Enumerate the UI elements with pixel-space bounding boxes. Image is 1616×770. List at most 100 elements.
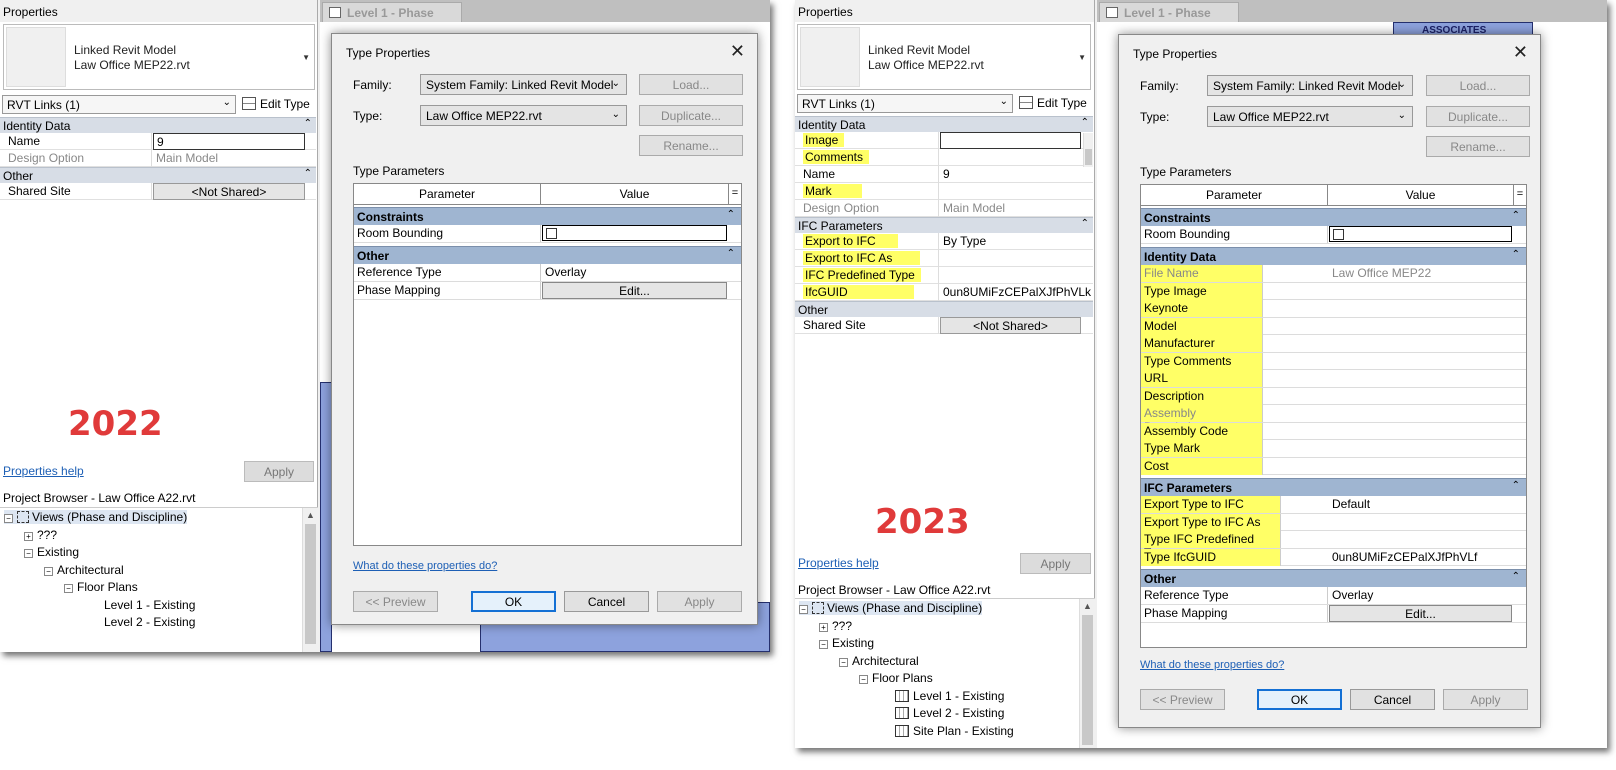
year-label: 2023 <box>875 502 970 542</box>
export-type-to-ifc-value[interactable]: Default <box>1329 496 1512 513</box>
close-icon[interactable]: ✕ <box>730 41 745 62</box>
url-value[interactable] <box>1329 370 1512 387</box>
group-constraints[interactable]: Constraints ⌃ <box>354 207 741 225</box>
tree-scrollbar[interactable]: ▲ <box>302 508 318 652</box>
help-link[interactable]: What do these properties do? <box>353 560 497 572</box>
description-value[interactable] <box>1329 388 1512 405</box>
preview-button[interactable]: << Preview <box>1140 689 1225 710</box>
type-mark-value[interactable] <box>1329 440 1512 457</box>
name-field[interactable]: 9 <box>153 133 305 150</box>
reference-type-value[interactable]: Overlay <box>1329 587 1512 604</box>
preview-button[interactable]: << Preview <box>353 591 438 612</box>
keynote-value[interactable] <box>1329 300 1512 317</box>
type-selector[interactable]: Linked Revit Model Law Office MEP22.rvt … <box>3 24 315 90</box>
export-to-ifc-value[interactable]: By Type <box>940 233 1081 250</box>
ok-button[interactable]: OK <box>1257 689 1342 710</box>
rename-button[interactable]: Rename... <box>639 135 743 156</box>
group-ifc-parameters[interactable]: IFC Parameters ⌃ <box>1141 478 1526 496</box>
cost-value[interactable] <box>1329 458 1512 475</box>
type-dropdown[interactable]: Law Office MEP22.rvt ⌄ <box>1207 106 1413 127</box>
edit-type-button[interactable]: Edit Type <box>1019 94 1087 113</box>
group-other[interactable]: Other ⌃ <box>354 246 741 264</box>
comments-field[interactable] <box>940 149 1081 166</box>
tree-item-level-1[interactable]: Level 1 - Existing <box>895 689 1004 703</box>
tree-item-views[interactable]: − Views (Phase and Discipline) <box>799 601 983 615</box>
group-other[interactable]: Other <box>795 301 1093 317</box>
edit-type-button[interactable]: Edit Type <box>242 95 310 114</box>
tree-item-unknown[interactable]: +??? <box>24 528 57 542</box>
tree-scrollbar[interactable]: ▲ <box>1079 599 1095 748</box>
tree-item-existing[interactable]: − Existing <box>24 545 79 559</box>
tree-item-architectural[interactable]: − Architectural <box>839 654 919 668</box>
shared-site-button[interactable]: <Not Shared> <box>153 183 305 200</box>
tree-item-level-2[interactable]: Level 2 - Existing <box>895 706 1004 720</box>
view-tab[interactable]: Level 1 - Phase 1✕ <box>322 2 462 34</box>
room-bounding-checkbox[interactable] <box>542 225 727 241</box>
grid-scrollbar[interactable] <box>1083 133 1093 167</box>
tree-item-level-2[interactable]: Level 2 - Existing <box>104 615 195 629</box>
type-image-value[interactable] <box>1329 283 1512 300</box>
type-ifc-predefined-type-value[interactable] <box>1329 531 1512 548</box>
group-ifc-parameters[interactable]: IFC Parameters ⌃ <box>795 217 1093 233</box>
image-field[interactable] <box>940 132 1081 149</box>
view-tab[interactable]: Level 1 - Phase 1✕ <box>1099 2 1239 34</box>
type-ifcguid-value[interactable]: 0un8UMiFzCEPalXJfPhVLf <box>1329 549 1512 566</box>
load-button[interactable]: Load... <box>1426 75 1530 96</box>
close-icon[interactable]: ✕ <box>1513 42 1528 63</box>
group-identity-data[interactable]: Identity Data ⌃ <box>1141 247 1526 265</box>
tree-item-existing[interactable]: − Existing <box>819 636 874 650</box>
tree-item-site-plan[interactable]: Site Plan - Existing <box>895 724 1014 738</box>
group-identity-data[interactable]: Identity Data ⌃ <box>795 116 1093 132</box>
instance-filter-dropdown[interactable]: RVT Links (1) ⌄ <box>797 94 1013 113</box>
scroll-thumb[interactable] <box>1085 149 1092 165</box>
help-link[interactable]: What do these properties do? <box>1140 659 1284 671</box>
tree-item-floor-plans[interactable]: − Floor Plans <box>64 580 138 594</box>
dialog-apply-button[interactable]: Apply <box>1443 689 1528 710</box>
col-eq[interactable]: = <box>1514 185 1526 206</box>
assembly-code-value[interactable] <box>1329 423 1512 440</box>
ifc-predefined-type-value[interactable] <box>940 267 1081 284</box>
group-identity-data[interactable]: Identity Data ⌃ <box>0 117 316 133</box>
scroll-thumb[interactable] <box>305 524 316 644</box>
apply-button[interactable]: Apply <box>1020 553 1091 574</box>
cancel-button[interactable]: Cancel <box>1350 689 1435 710</box>
group-other[interactable]: Other ⌃ <box>1141 569 1526 587</box>
tree-item-unknown[interactable]: +??? <box>819 619 852 633</box>
cancel-button[interactable]: Cancel <box>564 591 649 612</box>
apply-button[interactable]: Apply <box>244 461 314 482</box>
duplicate-button[interactable]: Duplicate... <box>1426 106 1530 127</box>
tree-item-architectural[interactable]: − Architectural <box>44 563 124 577</box>
model-value[interactable] <box>1329 318 1512 335</box>
ok-button[interactable]: OK <box>471 591 556 612</box>
properties-help-link[interactable]: Properties help <box>798 556 879 570</box>
group-other[interactable]: Other ⌃ <box>0 167 316 183</box>
type-comments-value[interactable] <box>1329 353 1512 370</box>
phase-mapping-edit-button[interactable]: Edit... <box>1329 605 1512 622</box>
manufacturer-value[interactable] <box>1329 335 1512 352</box>
type-dropdown[interactable]: Law Office MEP22.rvt ⌄ <box>420 105 627 126</box>
export-type-to-ifc-as-value[interactable] <box>1329 514 1512 531</box>
family-dropdown[interactable]: System Family: Linked Revit Model ⌄ <box>1207 75 1413 96</box>
name-field[interactable]: 9 <box>940 166 1081 183</box>
rename-button[interactable]: Rename... <box>1426 136 1530 157</box>
ifcguid-value[interactable]: 0un8UMiFzCEPalXJfPhVLk <box>940 284 1091 301</box>
dialog-apply-button[interactable]: Apply <box>657 591 742 612</box>
export-to-ifc-as-value[interactable] <box>940 250 1081 267</box>
load-button[interactable]: Load... <box>639 74 743 95</box>
room-bounding-checkbox[interactable] <box>1329 226 1512 242</box>
mark-field[interactable] <box>940 183 1081 200</box>
tree-item-views[interactable]: − Views (Phase and Discipline) <box>4 510 188 524</box>
duplicate-button[interactable]: Duplicate... <box>639 105 743 126</box>
reference-type-value[interactable]: Overlay <box>542 264 727 281</box>
type-selector[interactable]: Linked Revit Model Law Office MEP22.rvt … <box>797 24 1091 90</box>
phase-mapping-edit-button[interactable]: Edit... <box>542 282 727 299</box>
tree-item-level-1[interactable]: Level 1 - Existing <box>104 598 195 612</box>
scroll-thumb[interactable] <box>1082 615 1093 745</box>
group-constraints[interactable]: Constraints ⌃ <box>1141 208 1526 226</box>
instance-filter-dropdown[interactable]: RVT Links (1) ⌄ <box>2 95 236 114</box>
family-dropdown[interactable]: System Family: Linked Revit Model ⌄ <box>420 74 627 95</box>
properties-help-link[interactable]: Properties help <box>3 464 84 478</box>
col-eq[interactable]: = <box>729 184 741 205</box>
tree-item-floor-plans[interactable]: − Floor Plans <box>859 671 933 685</box>
shared-site-button[interactable]: <Not Shared> <box>940 317 1081 334</box>
